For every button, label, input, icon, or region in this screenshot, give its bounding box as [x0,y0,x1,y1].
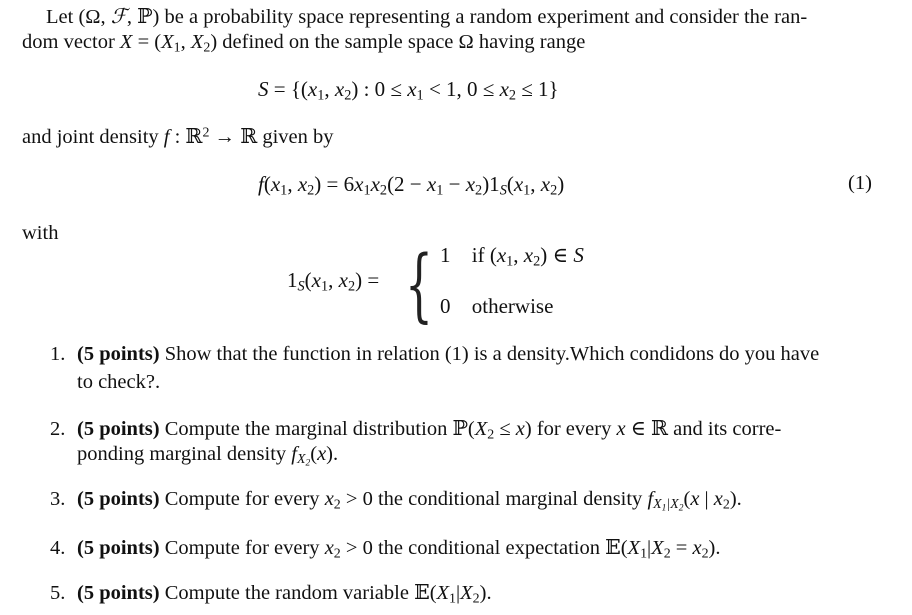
math-condition: x2 > 0 [324,488,373,513]
question-3: 3. (5 points) Compute for every x2 > 0 th… [50,488,742,514]
question-number: 4. [50,537,66,559]
case-2-condition: otherwise [471,294,554,318]
case-2-value: 0 [440,294,451,318]
question-points: (5 points) [77,582,160,604]
math-condition: x2 > 0 [324,537,373,562]
math-random-variable: 𝔼(X1|X2). [414,582,492,607]
math-x-in-R: x ∈ ℝ [616,418,669,440]
question-5: 5. (5 points) Compute the random variable… [50,580,492,607]
question-points: (5 points) [77,418,160,440]
question-text: Compute the marginal distribution [164,418,453,440]
indicator-case-2: 0 otherwise [440,294,553,319]
question-text: ponding marginal density [77,443,292,465]
question-text: Show that the function in relation (1) i… [164,343,820,365]
math-marginal-density: fX2(x). [291,443,339,469]
density-equation: f(x1, x2) = 6x1x2(2 − x1 − x2)1S(x1, x2) [258,172,565,199]
question-text: for every [531,418,617,440]
question-1: 1. (5 points) Show that the function in r… [50,343,819,366]
with-label: with [22,222,59,244]
case-1-value: 1 [440,243,451,267]
intro-let: Let [46,6,79,28]
equation-number: (1) [848,172,872,194]
question-2: 2. (5 points) Compute the marginal distri… [50,416,782,443]
question-points: (5 points) [77,343,160,365]
question-4: 4. (5 points) Compute for every x2 > 0 th… [50,535,721,562]
question-text: Compute for every [164,488,325,510]
question-text: the conditional marginal density [372,488,648,510]
math-prob: ℙ(X2 ≤ x) [452,418,532,443]
question-points: (5 points) [77,537,160,559]
question-points: (5 points) [77,488,160,510]
question-text: the conditional expectation [372,537,606,559]
question-number: 2. [50,418,66,440]
intro-rest-1: be a probability space representing a ra… [159,6,808,28]
math-conditional-expectation: 𝔼(X1|X2 = x2). [605,537,721,562]
indicator-lhs: 1S(x1, x2) = [287,268,380,295]
question-2-continued: ponding marginal density fX2(x). [77,443,339,469]
question-text: and its corre- [668,418,782,440]
left-brace-icon: { [405,238,433,331]
question-number: 1. [50,343,66,365]
probability-space: (Ω, ℱ, ℙ) [78,6,160,28]
question-text: Compute the random variable [164,582,415,604]
question-number: 3. [50,488,66,510]
math-conditional-density: fX1|X2(x | x2). [647,488,742,514]
range-equation: S = {(x1, x2) : 0 ≤ x1 < 1, 0 ≤ x2 ≤ 1} [258,77,559,104]
intro-line-2: dom vector X = (X1, X2) defined on the s… [22,31,586,56]
question-text: Compute for every [164,537,325,559]
case-1-condition: if (x1, x2) ∈ S [471,243,584,270]
intro-line-1: Let (Ω, ℱ, ℙ) be a probability space rep… [46,4,807,29]
question-1-continued: to check?. [77,371,161,393]
question-number: 5. [50,582,66,604]
indicator-case-1: 1 if (x1, x2) ∈ S [440,243,584,270]
joint-density-intro: and joint density f : ℝ2 → ℝ given by [22,125,334,148]
